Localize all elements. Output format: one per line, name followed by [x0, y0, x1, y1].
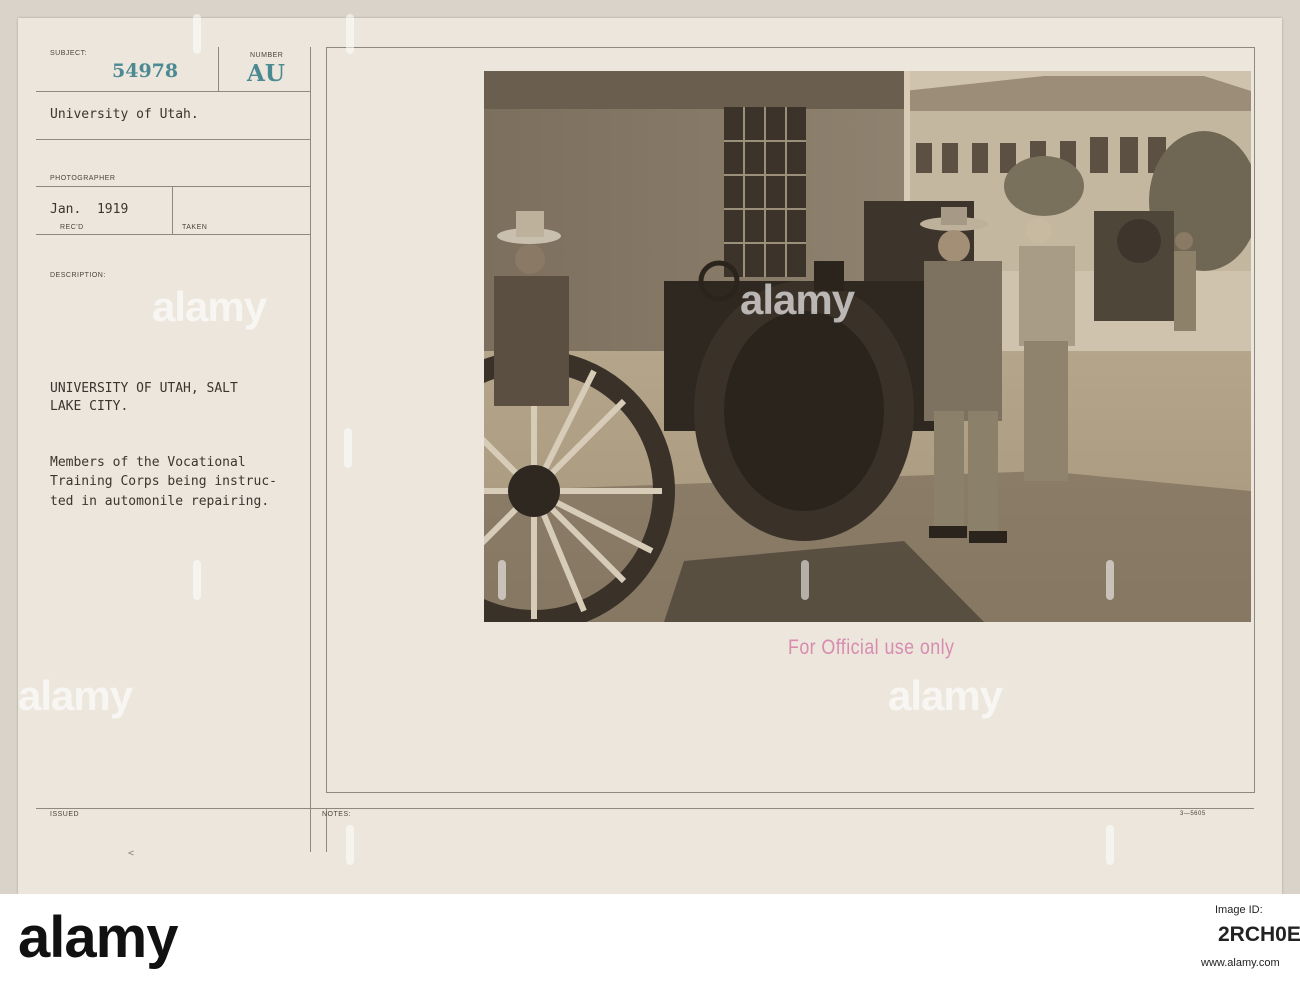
divider [36, 808, 1254, 809]
photographer-label: PHOTOGRAPHER [50, 175, 116, 182]
image-id: 2RCH0ET [1218, 923, 1300, 946]
divider [36, 186, 310, 187]
location-text: University of Utah. [50, 107, 199, 122]
watermark-mark [193, 14, 201, 54]
description-heading-1: UNIVERSITY OF UTAH, SALT [50, 381, 238, 396]
watermark-mark [801, 560, 809, 600]
recd-label: REC'D [60, 224, 84, 231]
divider [326, 47, 1255, 48]
watermark-logo: alamy [740, 276, 855, 323]
description-body-2: Training Corps being instruc- [50, 474, 277, 489]
description-label: DESCRIPTION: [50, 272, 106, 279]
watermark-logo: alamy [152, 283, 267, 330]
person [1019, 218, 1075, 481]
watermark-mark [498, 560, 506, 600]
official-use-stamp: For Official use only [788, 636, 955, 659]
taken-label: TAKEN [182, 224, 208, 231]
watermark-mark [344, 428, 352, 468]
watermark-logo: alamy [18, 672, 133, 719]
watermark-mark [1106, 825, 1114, 865]
number-label: NUMBER [250, 52, 284, 59]
number-code: AU [247, 60, 285, 87]
photo-scene [484, 71, 1251, 622]
form-number: 3—5605 [1180, 811, 1206, 817]
watermark-mark [193, 560, 201, 600]
watermark-footer: alamy Image ID: 2RCH0ET www.alamy.com [0, 894, 1300, 983]
divider [326, 47, 327, 793]
subject-label: SUBJECT: [50, 50, 88, 57]
divider [326, 792, 1255, 793]
divider [36, 139, 310, 140]
divider [310, 47, 311, 852]
arrow-mark: < [128, 848, 135, 859]
alamy-url: www.alamy.com [1201, 957, 1280, 969]
watermark-mark [346, 14, 354, 54]
image-id-label: Image ID: [1215, 904, 1263, 916]
historical-photograph: alamy [484, 71, 1251, 622]
issued-label: ISSUED [50, 811, 80, 818]
description-heading-2: LAKE CITY. [50, 399, 129, 414]
divider [1254, 47, 1255, 793]
watermark-mark [346, 825, 354, 865]
watermark-logo: alamy [888, 672, 1003, 719]
notes-label: NOTES: [322, 811, 352, 818]
alamy-logo: alamy [18, 905, 178, 970]
description-body-3: ted in automonile repairing. [50, 494, 270, 509]
description-body-1: Members of the Vocational [50, 455, 246, 470]
divider [36, 91, 310, 92]
divider [218, 47, 219, 91]
divider [172, 187, 173, 234]
date-text: Jan. 1919 [50, 202, 129, 217]
watermark-mark [1106, 560, 1114, 600]
subject-number: 54978 [112, 60, 179, 82]
divider [36, 234, 310, 235]
